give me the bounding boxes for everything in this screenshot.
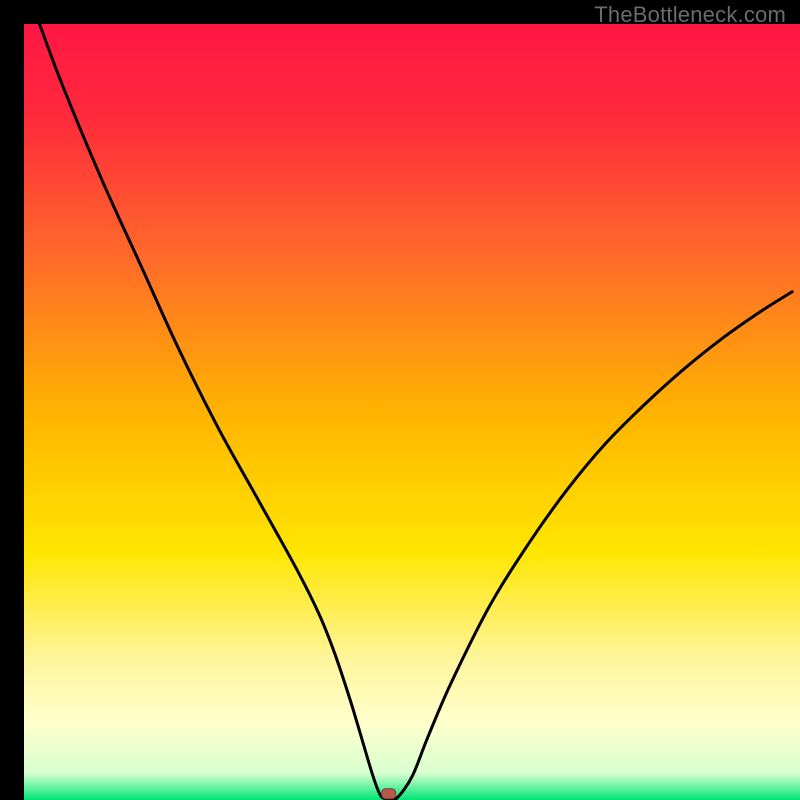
watermark-text: TheBottleneck.com: [594, 2, 786, 28]
chart-frame: [12, 12, 788, 788]
optimal-point-marker: [382, 789, 396, 799]
gradient-background: [24, 24, 800, 800]
bottleneck-chart: [24, 24, 800, 800]
